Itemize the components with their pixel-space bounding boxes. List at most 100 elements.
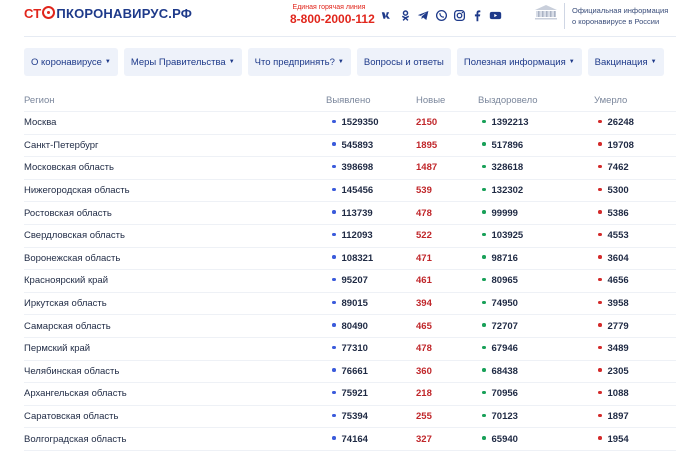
bullet-dot-icon — [482, 413, 486, 418]
header-new[interactable]: Новые — [416, 95, 478, 106]
bullet-dot-icon — [598, 255, 602, 259]
table-row[interactable]: Иркутская область 89015 394 74950 3958 — [24, 293, 676, 316]
header-died[interactable]: Умерло — [594, 95, 676, 106]
viber-icon[interactable] — [434, 8, 448, 22]
cell-region-value: Московская область — [24, 162, 114, 174]
table-row[interactable]: Пермский край 77310 478 67946 3489 — [24, 338, 676, 361]
bullet-dot-icon — [332, 368, 336, 372]
cell-confirmed-value: 145456 — [341, 185, 374, 197]
cell-died-value: 1954 — [607, 433, 629, 445]
header-recovered[interactable]: Выздоровело — [478, 95, 594, 106]
nav-item[interactable]: Что предпринять? ▼ — [247, 48, 351, 76]
cell-died-value: 4553 — [607, 230, 629, 242]
cell-died: 3604 — [594, 253, 676, 264]
cell-confirmed-value: 76661 — [341, 365, 368, 377]
cell-region: Челябинская область — [24, 366, 326, 377]
cell-died-value: 2779 — [607, 320, 629, 332]
cell-died-value: 1088 — [607, 388, 629, 400]
cell-new: 2150 — [416, 117, 478, 128]
cell-died-value: 3958 — [607, 298, 629, 310]
cell-died: 2779 — [594, 321, 676, 332]
table-row[interactable]: Нижегородская область 145456 539 132302 5300 — [24, 180, 676, 203]
cell-recovered-value: 80965 — [491, 275, 518, 287]
bullet-dot-icon — [482, 187, 486, 192]
table-row[interactable]: Красноярский край 95207 461 80965 4656 — [24, 270, 676, 293]
cell-recovered: 80965 — [478, 275, 594, 286]
cell-recovered: 517896 — [478, 140, 594, 151]
nav-item[interactable]: Вакцинация ▼ — [587, 48, 664, 76]
cell-died-value: 7462 — [607, 162, 629, 174]
cell-region: Воронежская область — [24, 253, 326, 264]
cell-confirmed-value: 89015 — [341, 298, 368, 310]
site-logo[interactable]: СТ ПКОРОНАВИРУС.РФ — [24, 6, 192, 21]
table-row[interactable]: Саратовская область 75394 255 70123 1897 — [24, 406, 676, 429]
chevron-down-icon: ▼ — [650, 59, 657, 65]
table-row[interactable]: Санкт-Петербург 545893 1895 517896 19708 — [24, 135, 676, 158]
header-divider — [24, 36, 676, 37]
nav-item[interactable]: О коронавирусе ▼ — [24, 48, 118, 76]
nav-item[interactable]: Полезная информация ▼ — [456, 48, 582, 76]
bullet-dot-icon — [332, 277, 336, 282]
hotline[interactable]: Единая горячая линия 8-800-2000-112 — [290, 4, 375, 26]
cell-died: 19708 — [594, 140, 676, 151]
chevron-down-icon: ▼ — [337, 59, 344, 65]
table-row[interactable]: Волгоградская область 74164 327 65940 1954 — [24, 428, 676, 451]
cell-died: 3958 — [594, 298, 676, 309]
bullet-dot-icon — [332, 119, 336, 124]
table-row[interactable]: Ростовская область 113739 478 99999 5386 — [24, 202, 676, 225]
cell-new: 522 — [416, 230, 478, 241]
telegram-icon[interactable] — [416, 8, 430, 22]
government-emblem[interactable] — [528, 3, 565, 29]
cell-region-value: Свердловская область — [24, 230, 125, 242]
table-row[interactable]: Москва 1529350 2150 1392213 26248 — [24, 112, 676, 135]
cell-confirmed-value: 1529350 — [341, 117, 379, 129]
cell-confirmed-value: 80490 — [341, 320, 368, 332]
cell-region: Пермский край — [24, 343, 326, 354]
chevron-down-icon: ▼ — [228, 59, 235, 65]
cell-recovered: 99999 — [478, 208, 594, 219]
nav-item[interactable]: Вопросы и ответы — [356, 48, 451, 76]
cell-new-value: 478 — [416, 343, 432, 355]
header-region[interactable]: Регион — [24, 95, 326, 106]
cell-confirmed: 95207 — [326, 275, 416, 286]
cell-region: Волгоградская область — [24, 434, 326, 445]
bullet-dot-icon — [482, 232, 486, 237]
cell-new-value: 360 — [416, 365, 432, 377]
table-row[interactable]: Архангельская область 75921 218 70956 1088 — [24, 383, 676, 406]
cell-recovered: 65940 — [478, 434, 594, 445]
cell-region: Москва — [24, 117, 326, 128]
cell-region-value: Воронежская область — [24, 252, 121, 264]
cell-recovered-value: 99999 — [491, 207, 518, 219]
table-row[interactable]: Челябинская область 76661 360 68438 2305 — [24, 361, 676, 384]
cell-region-value: Ростовская область — [24, 207, 112, 219]
chevron-down-icon: ▼ — [568, 59, 575, 65]
official-info-line2: о коронавирусе в России — [572, 17, 660, 26]
facebook-icon[interactable] — [470, 8, 484, 22]
hotline-phone[interactable]: 8-800-2000-112 — [290, 12, 375, 26]
youtube-icon[interactable] — [488, 8, 502, 22]
table-row[interactable]: Воронежская область 108321 471 98716 3604 — [24, 248, 676, 271]
bullet-dot-icon — [598, 119, 602, 124]
official-info-text: Официальная информация о коронавирусе в … — [572, 5, 668, 27]
cell-confirmed: 74164 — [326, 434, 416, 445]
bullet-dot-icon — [332, 390, 336, 395]
table-row[interactable]: Московская область 398698 1487 328618 7462 — [24, 157, 676, 180]
bullet-dot-icon — [332, 323, 336, 327]
table-row[interactable]: Свердловская область 112093 522 103925 4553 — [24, 225, 676, 248]
odnoklassniki-icon[interactable] — [398, 8, 412, 22]
bullet-dot-icon — [598, 142, 602, 146]
table-row[interactable]: Самарская область 80490 465 72707 2779 — [24, 315, 676, 338]
nav-item[interactable]: Меры Правительства ▼ — [123, 48, 242, 76]
header-confirmed[interactable]: Выявлено — [326, 95, 416, 106]
cell-region: Саратовская область — [24, 411, 326, 422]
virus-icon — [42, 6, 56, 19]
vk-icon[interactable] — [380, 8, 394, 22]
site-header: СТ ПКОРОНАВИРУС.РФ Единая горячая линия 8… — [0, 0, 676, 36]
instagram-icon[interactable] — [452, 8, 466, 22]
cell-confirmed: 113739 — [326, 208, 416, 219]
cell-confirmed: 545893 — [326, 140, 416, 151]
cell-new: 478 — [416, 343, 478, 354]
cell-region: Архангельская область — [24, 388, 326, 399]
cell-new: 1487 — [416, 162, 478, 173]
cell-region-value: Челябинская область — [24, 365, 120, 377]
